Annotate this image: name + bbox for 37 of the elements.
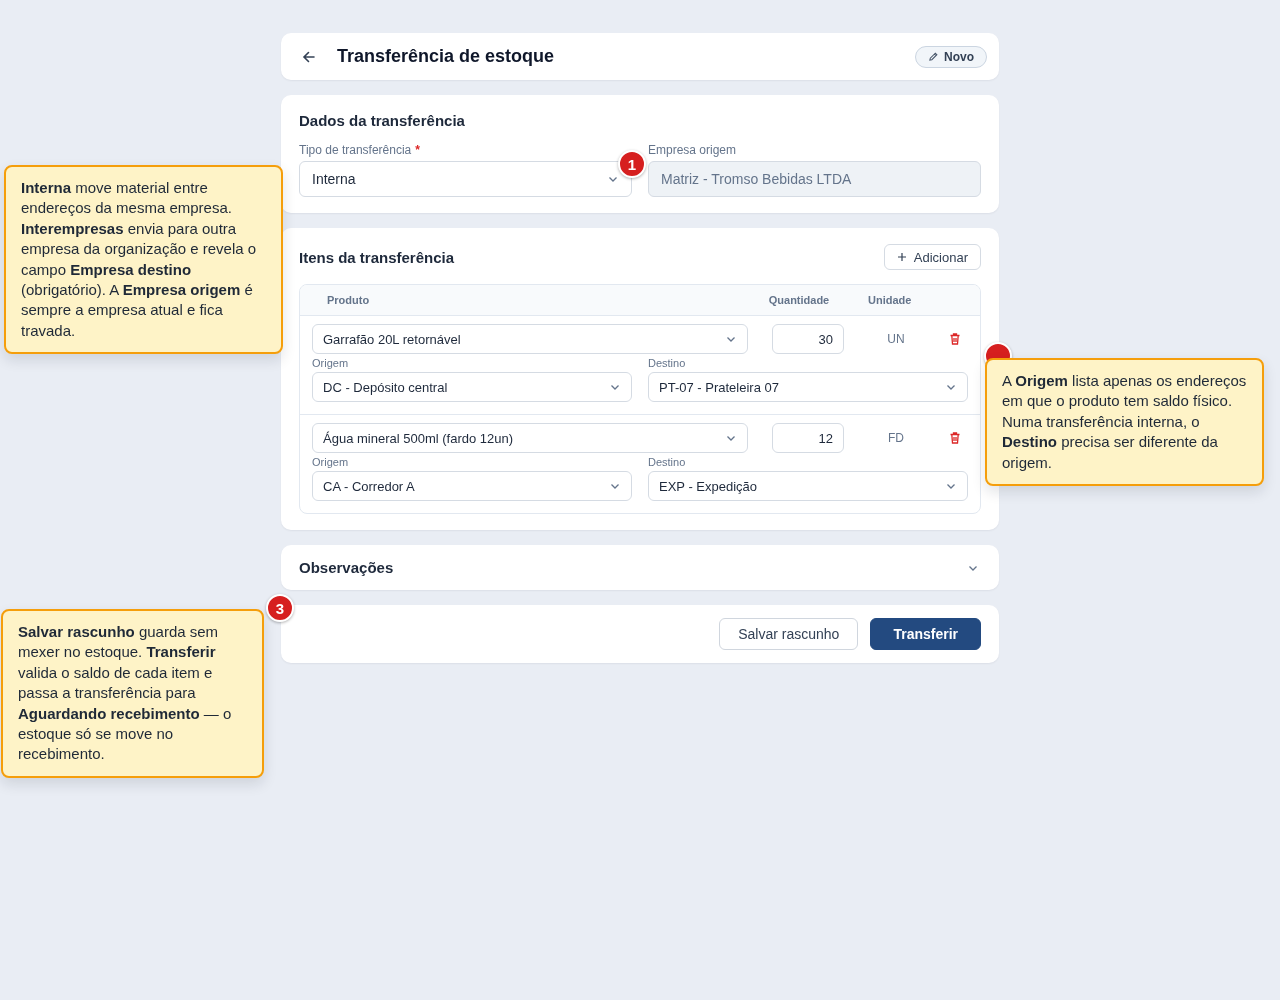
field-label: Destino — [648, 357, 687, 369]
pencil-icon — [928, 51, 939, 62]
quantity-field[interactable]: 30 — [772, 324, 844, 354]
column-header: Produto — [326, 293, 371, 308]
unit-text: UN — [886, 332, 906, 346]
product-select[interactable]: Garrafão 20L retornável — [312, 324, 748, 354]
callout-note: Interna move material entre endereços da mesma empresa. Interempresas envia para outra empresa da organização e revela o campo Empresa destino (obrigatório). A Empresa origem é sempre a empresa atual e fica travada. — [4, 165, 283, 355]
origin-select[interactable]: DC - Depósito central — [312, 372, 632, 402]
product-select[interactable]: Água mineral 500ml (fardo 12un) — [312, 423, 748, 453]
callout-note: Salvar rascunho guarda sem mexer no estoque. Transferir valida o saldo de cada item e passa a transferência para Aguardando recebimento — o estoque só se move no recebimento. — [1, 609, 264, 778]
section-title: Itens da transferência — [299, 248, 455, 266]
field-label: Origem — [312, 357, 350, 369]
column-header: Unidade — [868, 294, 913, 306]
field-label: Empresa origem — [648, 143, 737, 157]
save-draft-button[interactable]: Salvar rascunho — [719, 618, 859, 650]
trash-icon[interactable] — [948, 332, 962, 346]
unit-text: FD — [887, 431, 905, 445]
page-title: Transferência de estoque — [337, 46, 556, 67]
section-title: Dados da transferência — [299, 112, 466, 129]
trash-icon[interactable] — [948, 431, 962, 445]
notes-panel[interactable]: Observações — [281, 545, 999, 590]
callout-note: A Origem lista apenas os endereços em que o produto tem saldo físico. Numa transferência interna, o Destino precisa ser diferente da origem. — [985, 358, 1264, 487]
field-label: Destino — [648, 456, 687, 468]
field-label: Tipo de transferência — [299, 143, 412, 157]
destination-select[interactable]: PT-07 - Prateleira 07 — [648, 372, 968, 402]
destination-select[interactable]: EXP - Expedição — [648, 471, 968, 501]
transfer-button[interactable]: Transferir — [870, 618, 981, 650]
step-badge: 3 — [266, 594, 294, 622]
section-title: Observações — [299, 559, 394, 576]
field-label: Origem — [312, 456, 350, 468]
plus-icon — [896, 252, 907, 262]
required-mark: * — [415, 143, 420, 157]
add-button[interactable]: Adicionar — [883, 244, 981, 270]
origin-select[interactable]: CA - Corredor A — [312, 471, 632, 501]
badge-label: Novo — [944, 49, 974, 64]
quantity-field[interactable]: 12 — [772, 423, 844, 453]
column-header: Quantidade — [767, 293, 831, 308]
